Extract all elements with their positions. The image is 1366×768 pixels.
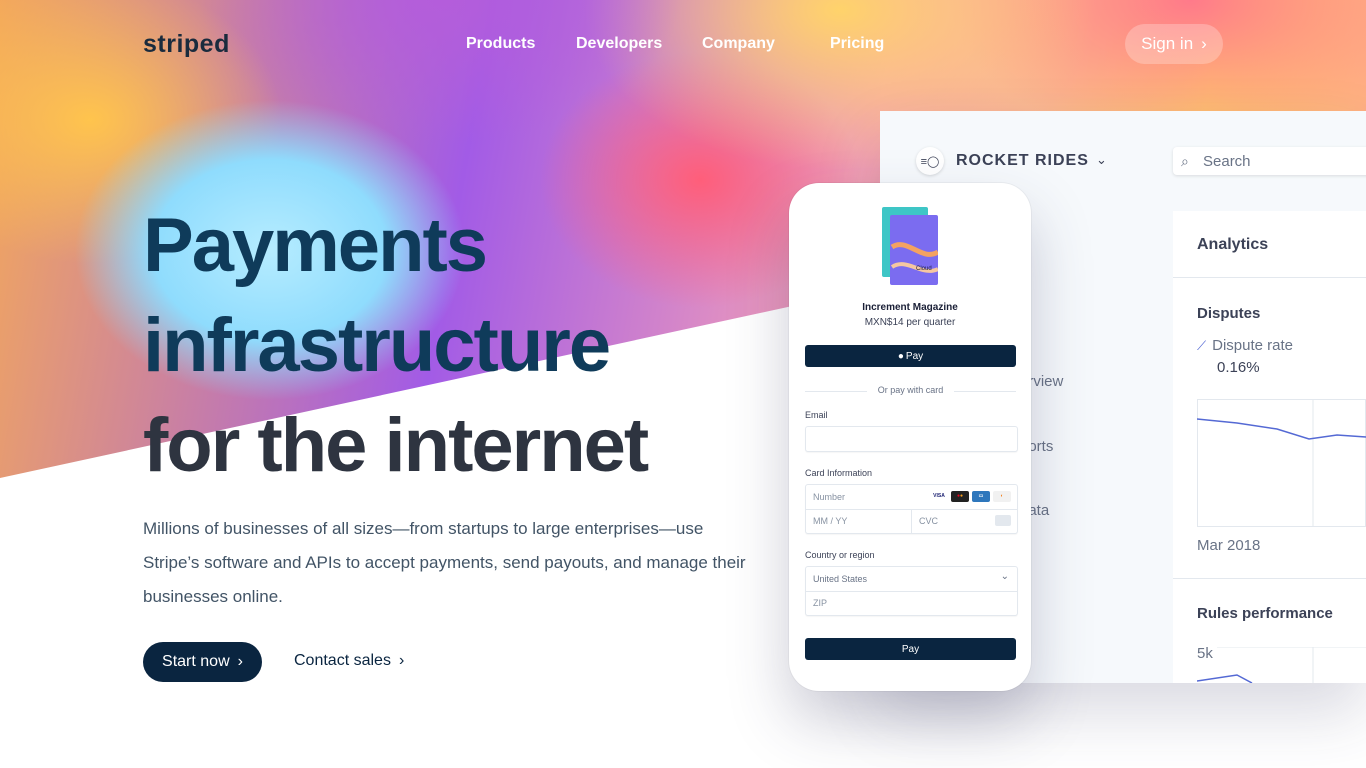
zip-field[interactable]: ZIP — [806, 591, 1017, 615]
contact-sales-link[interactable]: Contact sales › — [294, 652, 404, 670]
rules-line — [1197, 674, 1253, 683]
product-name: Increment Magazine — [862, 302, 958, 313]
start-now-label: Start now — [162, 653, 230, 670]
chevron-right-icon: › — [1201, 34, 1207, 53]
dispute-chart — [1197, 399, 1366, 527]
search-input[interactable]: ⌕ Search — [1173, 147, 1366, 175]
divider — [1173, 578, 1366, 579]
rules-performance-title: Rules performance — [1197, 605, 1333, 622]
cvc-field[interactable]: CVC — [912, 509, 1017, 533]
cover-text: Cloud — [916, 266, 932, 272]
nav-item-developers[interactable]: Developers — [576, 35, 662, 53]
logo[interactable]: striped — [143, 30, 230, 59]
sign-in-button[interactable]: Sign in › — [1125, 24, 1223, 64]
analytics-panel: Analytics Disputes ⟋ Dispute rate 0.16% … — [1173, 211, 1366, 683]
nav-item-pricing[interactable]: Pricing — [830, 35, 884, 53]
trend-icon: ⟋ — [1197, 337, 1207, 353]
card-number-placeholder: Number — [813, 492, 846, 502]
visa-icon: VISA — [930, 491, 948, 502]
card-info-group: Number VISA ●● ▭ ◐ MM / YY CVC — [805, 484, 1018, 534]
product-price: MXN$14 per quarter — [864, 317, 956, 328]
disputes-title: Disputes — [1197, 305, 1261, 322]
expiry-field[interactable]: MM / YY — [806, 509, 912, 533]
mastercard-icon: ●● — [951, 491, 969, 502]
expiry-placeholder: MM / YY — [813, 516, 848, 526]
hero-description: Millions of businesses of all sizes—from… — [143, 519, 746, 606]
chart-date: Mar 2018 — [1197, 537, 1261, 554]
card-number-field[interactable]: Number VISA ●● ▭ ◐ — [806, 485, 1017, 510]
discover-icon: ◐ — [993, 491, 1011, 502]
rocket-icon: ≡◯ — [916, 147, 944, 175]
rules-chart — [1197, 647, 1366, 683]
headline-line-3: for the internet — [143, 403, 649, 488]
cvc-placeholder: CVC — [919, 516, 939, 526]
chevron-right-icon: › — [237, 653, 243, 670]
dispute-rate-line — [1197, 418, 1366, 440]
email-label: Email — [805, 410, 828, 420]
search-placeholder: Search — [1203, 153, 1251, 170]
country-value: United States — [813, 574, 868, 584]
chevron-right-icon: › — [398, 652, 405, 669]
headline-line-2: infrastructure — [143, 303, 611, 388]
dispute-rate-label: Dispute rate — [1212, 337, 1293, 354]
apple-pay-label: Pay — [905, 350, 924, 362]
card-info-label: Card Information — [805, 468, 873, 478]
search-icon: ⌕ — [1181, 153, 1189, 169]
nav-item-company[interactable]: Company — [702, 35, 775, 53]
start-now-button[interactable]: Start now › — [143, 642, 262, 682]
chart-frame — [1197, 399, 1366, 527]
account-name[interactable]: ROCKET RIDES — [956, 152, 1089, 170]
dispute-rate-value: 0.16% — [1217, 359, 1260, 376]
address-group: United States ⌄ ZIP — [805, 566, 1018, 616]
chevron-down-icon[interactable]: ⌄ — [1096, 152, 1107, 168]
hero-headline: Payments infrastructure for the internet — [143, 196, 649, 496]
analytics-title: Analytics — [1197, 236, 1269, 253]
headline-line-1: Payments — [143, 203, 488, 288]
email-field[interactable] — [805, 426, 1018, 452]
magazine-cover-image: Cloud — [882, 207, 938, 285]
or-pay-with-card: Or pay with card — [805, 385, 1016, 395]
chevron-down-icon: ⌄ — [1000, 571, 1009, 582]
apple-icon: ● — [897, 350, 904, 362]
contact-sales-label: Contact sales — [294, 652, 391, 669]
apple-pay-button[interactable]: ● Pay — [805, 345, 1016, 367]
cvc-card-icon — [995, 515, 1011, 526]
country-label: Country or region — [805, 550, 875, 560]
card-brand-icons: VISA ●● ▭ ◐ — [930, 491, 1011, 502]
country-select[interactable]: United States ⌄ — [806, 567, 1017, 592]
nav-item-products[interactable]: Products — [466, 35, 535, 53]
dispute-rate-legend: ⟋ Dispute rate — [1197, 337, 1293, 354]
pay-button[interactable]: Pay — [805, 638, 1016, 660]
divider — [1173, 277, 1366, 278]
sign-in-label: Sign in — [1141, 34, 1194, 53]
amex-icon: ▭ — [972, 491, 990, 502]
checkout-phone: Cloud Increment Magazine MXN$14 per quar… — [789, 183, 1031, 691]
zip-placeholder: ZIP — [813, 598, 828, 608]
